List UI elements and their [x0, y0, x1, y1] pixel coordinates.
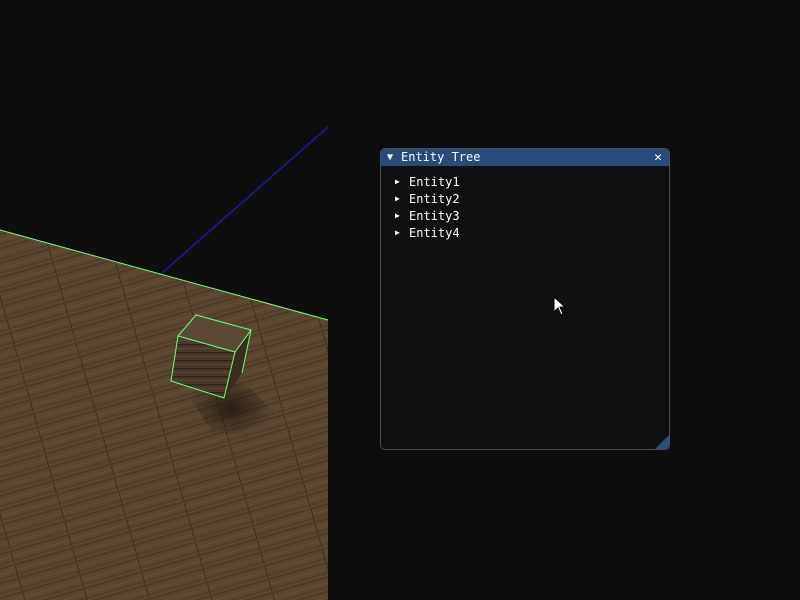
entity-tree: ▶ Entity1 ▶ Entity2 ▶ Entity3 ▶ Entity4 — [395, 173, 460, 241]
tree-node-entity[interactable]: ▶ Entity2 — [395, 190, 460, 207]
mouse-cursor-icon — [553, 296, 567, 316]
axis-line — [161, 126, 329, 274]
tree-node-label: Entity1 — [409, 174, 460, 189]
close-icon[interactable]: ✕ — [651, 149, 665, 166]
tree-node-label: Entity3 — [409, 208, 460, 223]
entity-tree-window[interactable]: ▼ Entity Tree ✕ ▶ Entity1 ▶ Entity2 ▶ Entity3… — [380, 148, 670, 450]
viewport[interactable]: ▼ Entity Tree ✕ ▶ Entity1 ▶ Entity2 ▶ Entity3… — [0, 0, 800, 600]
floor-plane — [0, 230, 328, 600]
window-title: Entity Tree — [401, 150, 481, 164]
tree-node-label: Entity2 — [409, 191, 460, 206]
tree-node-entity[interactable]: ▶ Entity1 — [395, 173, 460, 190]
expand-arrow-icon[interactable]: ▶ — [395, 228, 409, 237]
window-title-bar[interactable]: ▼ Entity Tree ✕ — [381, 149, 669, 166]
expand-arrow-icon[interactable]: ▶ — [395, 211, 409, 220]
expand-arrow-icon[interactable]: ▶ — [395, 177, 409, 186]
collapse-triangle-icon[interactable]: ▼ — [387, 149, 397, 166]
tree-node-entity[interactable]: ▶ Entity3 — [395, 207, 460, 224]
tree-node-label: Entity4 — [409, 225, 460, 240]
resize-grip-icon[interactable] — [655, 435, 669, 449]
expand-arrow-icon[interactable]: ▶ — [395, 194, 409, 203]
tree-node-entity[interactable]: ▶ Entity4 — [395, 224, 460, 241]
